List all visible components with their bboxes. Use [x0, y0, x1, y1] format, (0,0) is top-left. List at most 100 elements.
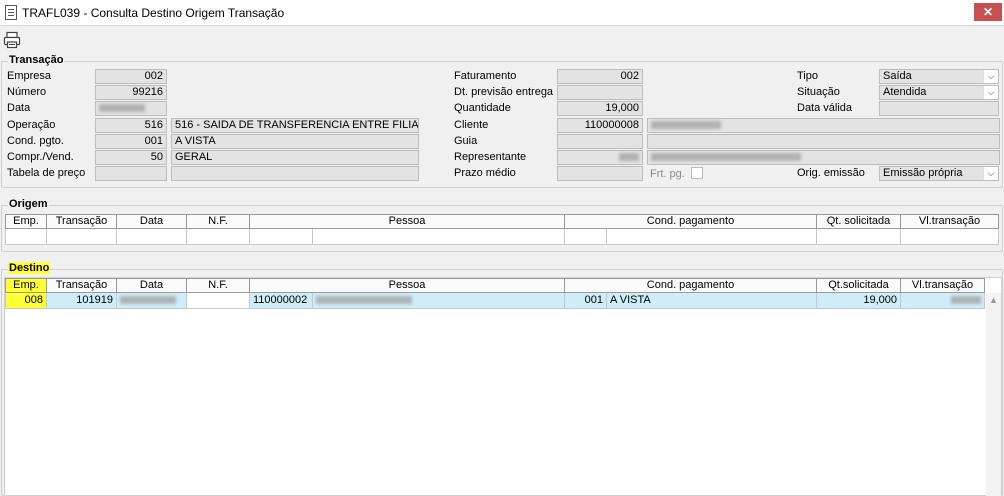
tipo-value: Saída: [883, 70, 912, 82]
row-emp-cell[interactable]: 008: [5, 293, 47, 309]
destino-scrollbar[interactable]: ▲: [986, 293, 1001, 496]
origem-col-nf[interactable]: N.F.: [187, 214, 250, 229]
faturamento-field[interactable]: 002: [557, 69, 643, 84]
redacted-value: [619, 153, 639, 162]
numero-field[interactable]: 99216: [95, 85, 167, 100]
orig-emissao-label: Orig. emissão: [797, 167, 865, 179]
empresa-field[interactable]: 002: [95, 69, 167, 84]
cliente-name-field: [647, 118, 1000, 133]
quantidade-field[interactable]: 19,000: [557, 101, 643, 116]
frt-pg-checkbox[interactable]: [691, 167, 703, 179]
grid-cell: [607, 229, 817, 245]
dt-previsao-field[interactable]: [557, 85, 643, 100]
tipo-label: Tipo: [797, 70, 818, 82]
redacted-value: [951, 296, 981, 305]
scroll-up-icon[interactable]: ▲: [989, 295, 998, 305]
printer-icon[interactable]: [3, 31, 21, 49]
origem-grid-header: Emp. Transação Data N.F. Pessoa Cond. pa…: [5, 214, 999, 229]
origem-col-transacao[interactable]: Transação: [47, 214, 117, 229]
origem-col-cond-pagamento[interactable]: Cond. pagamento: [565, 214, 817, 229]
chevron-down-icon[interactable]: ⌵: [983, 167, 998, 180]
redacted-value: [120, 296, 176, 305]
destino-grid-header: Emp. Transação Data N.F. Pessoa Cond. pa…: [5, 278, 985, 293]
operacao-label: Operação: [7, 119, 56, 131]
frt-pg-label: Frt. pg.: [650, 168, 685, 180]
row-data-cell[interactable]: [117, 293, 187, 309]
destino-table-row[interactable]: 008 101919 110000002 001 A VISTA 19,000: [5, 293, 985, 309]
row-cond-desc-cell[interactable]: A VISTA: [607, 293, 817, 309]
origem-col-pessoa[interactable]: Pessoa: [250, 214, 565, 229]
cond-pgto-code-field[interactable]: 001: [95, 134, 167, 149]
destino-col-nf[interactable]: N.F.: [187, 278, 250, 293]
guia-code-field[interactable]: [557, 134, 643, 149]
orig-emissao-value: Emissão própria: [883, 167, 963, 179]
origem-col-qt-solicitada[interactable]: Qt. solicitada: [817, 214, 901, 229]
redacted-value: [99, 104, 145, 113]
guia-name-field: [647, 134, 1000, 149]
representante-code-field[interactable]: [557, 150, 643, 165]
row-qt-cell[interactable]: 19,000: [817, 293, 901, 309]
transacao-legend: Transação: [8, 54, 65, 66]
data-valida-label: Data válida: [797, 102, 853, 114]
situacao-label: Situação: [797, 86, 840, 98]
destino-grid-area[interactable]: [4, 277, 1002, 496]
chevron-down-icon[interactable]: ⌵: [983, 70, 998, 83]
destino-col-cond-pagamento[interactable]: Cond. pagamento: [565, 278, 817, 293]
prazo-medio-field[interactable]: [557, 166, 643, 181]
title-bar: TRAFL039 - Consulta Destino Origem Trans…: [0, 0, 1004, 26]
grid-cell: [313, 229, 565, 245]
row-vl-cell[interactable]: [901, 293, 985, 309]
tabela-preco-desc-field: [171, 166, 419, 181]
prazo-medio-label: Prazo médio: [454, 167, 516, 179]
tabela-preco-label: Tabela de preço: [7, 167, 86, 179]
situacao-select[interactable]: Atendida ⌵: [879, 85, 999, 100]
window-title: TRAFL039 - Consulta Destino Origem Trans…: [22, 6, 285, 20]
grid-cell: [901, 229, 999, 245]
destino-col-qt-solicitada[interactable]: Qt.solicitada: [817, 278, 901, 293]
cliente-label: Cliente: [454, 119, 489, 131]
orig-emissao-select[interactable]: Emissão própria ⌵: [879, 166, 999, 181]
tabela-preco-code-field[interactable]: [95, 166, 167, 181]
close-button[interactable]: ✕: [974, 3, 1002, 21]
grid-cell: [47, 229, 117, 245]
destino-col-pessoa[interactable]: Pessoa: [250, 278, 565, 293]
origem-col-vl-transacao[interactable]: Vl.transação: [901, 214, 999, 229]
destino-col-emp[interactable]: Emp.: [5, 278, 47, 293]
grid-cell: [187, 229, 250, 245]
grid-cell: [5, 229, 47, 245]
empresa-label: Empresa: [7, 70, 52, 82]
destino-col-transacao[interactable]: Transação: [47, 278, 117, 293]
tipo-select[interactable]: Saída ⌵: [879, 69, 999, 84]
cond-pgto-desc-field: A VISTA: [171, 134, 419, 149]
row-transacao-cell[interactable]: 101919: [47, 293, 117, 309]
dt-previsao-label: Dt. previsão entrega: [454, 86, 554, 98]
cond-pgto-label: Cond. pgto.: [7, 135, 64, 147]
destino-col-vl-transacao[interactable]: Vl.transação: [901, 278, 985, 293]
operacao-desc-field: 516 - SAIDA DE TRANSFERENCIA ENTRE FILIA…: [171, 118, 419, 133]
representante-label: Representante: [454, 151, 527, 163]
origem-col-data[interactable]: Data: [117, 214, 187, 229]
origem-empty-row[interactable]: [5, 229, 999, 245]
data-label: Data: [7, 102, 31, 114]
grid-cell: [250, 229, 313, 245]
grid-cell: [117, 229, 187, 245]
data-valida-field[interactable]: [879, 101, 999, 116]
destino-col-data[interactable]: Data: [117, 278, 187, 293]
redacted-value: [651, 153, 801, 162]
row-pessoa-name-cell[interactable]: [313, 293, 565, 309]
redacted-value: [316, 296, 412, 305]
situacao-value: Atendida: [883, 86, 927, 98]
origem-col-emp[interactable]: Emp.: [5, 214, 47, 229]
cliente-code-field[interactable]: 110000008: [557, 118, 643, 133]
operacao-code-field[interactable]: 516: [95, 118, 167, 133]
chevron-down-icon[interactable]: ⌵: [983, 86, 998, 99]
row-pessoa-code-cell[interactable]: 110000002: [250, 293, 313, 309]
representante-name-field: [647, 150, 1000, 165]
origem-legend: Origem: [8, 198, 49, 210]
row-nf-cell[interactable]: [187, 293, 250, 309]
compr-vend-code-field[interactable]: 50: [95, 150, 167, 165]
compr-vend-desc-field: GERAL: [171, 150, 419, 165]
faturamento-label: Faturamento: [454, 70, 517, 82]
row-cond-code-cell[interactable]: 001: [565, 293, 607, 309]
data-field[interactable]: [95, 101, 167, 116]
